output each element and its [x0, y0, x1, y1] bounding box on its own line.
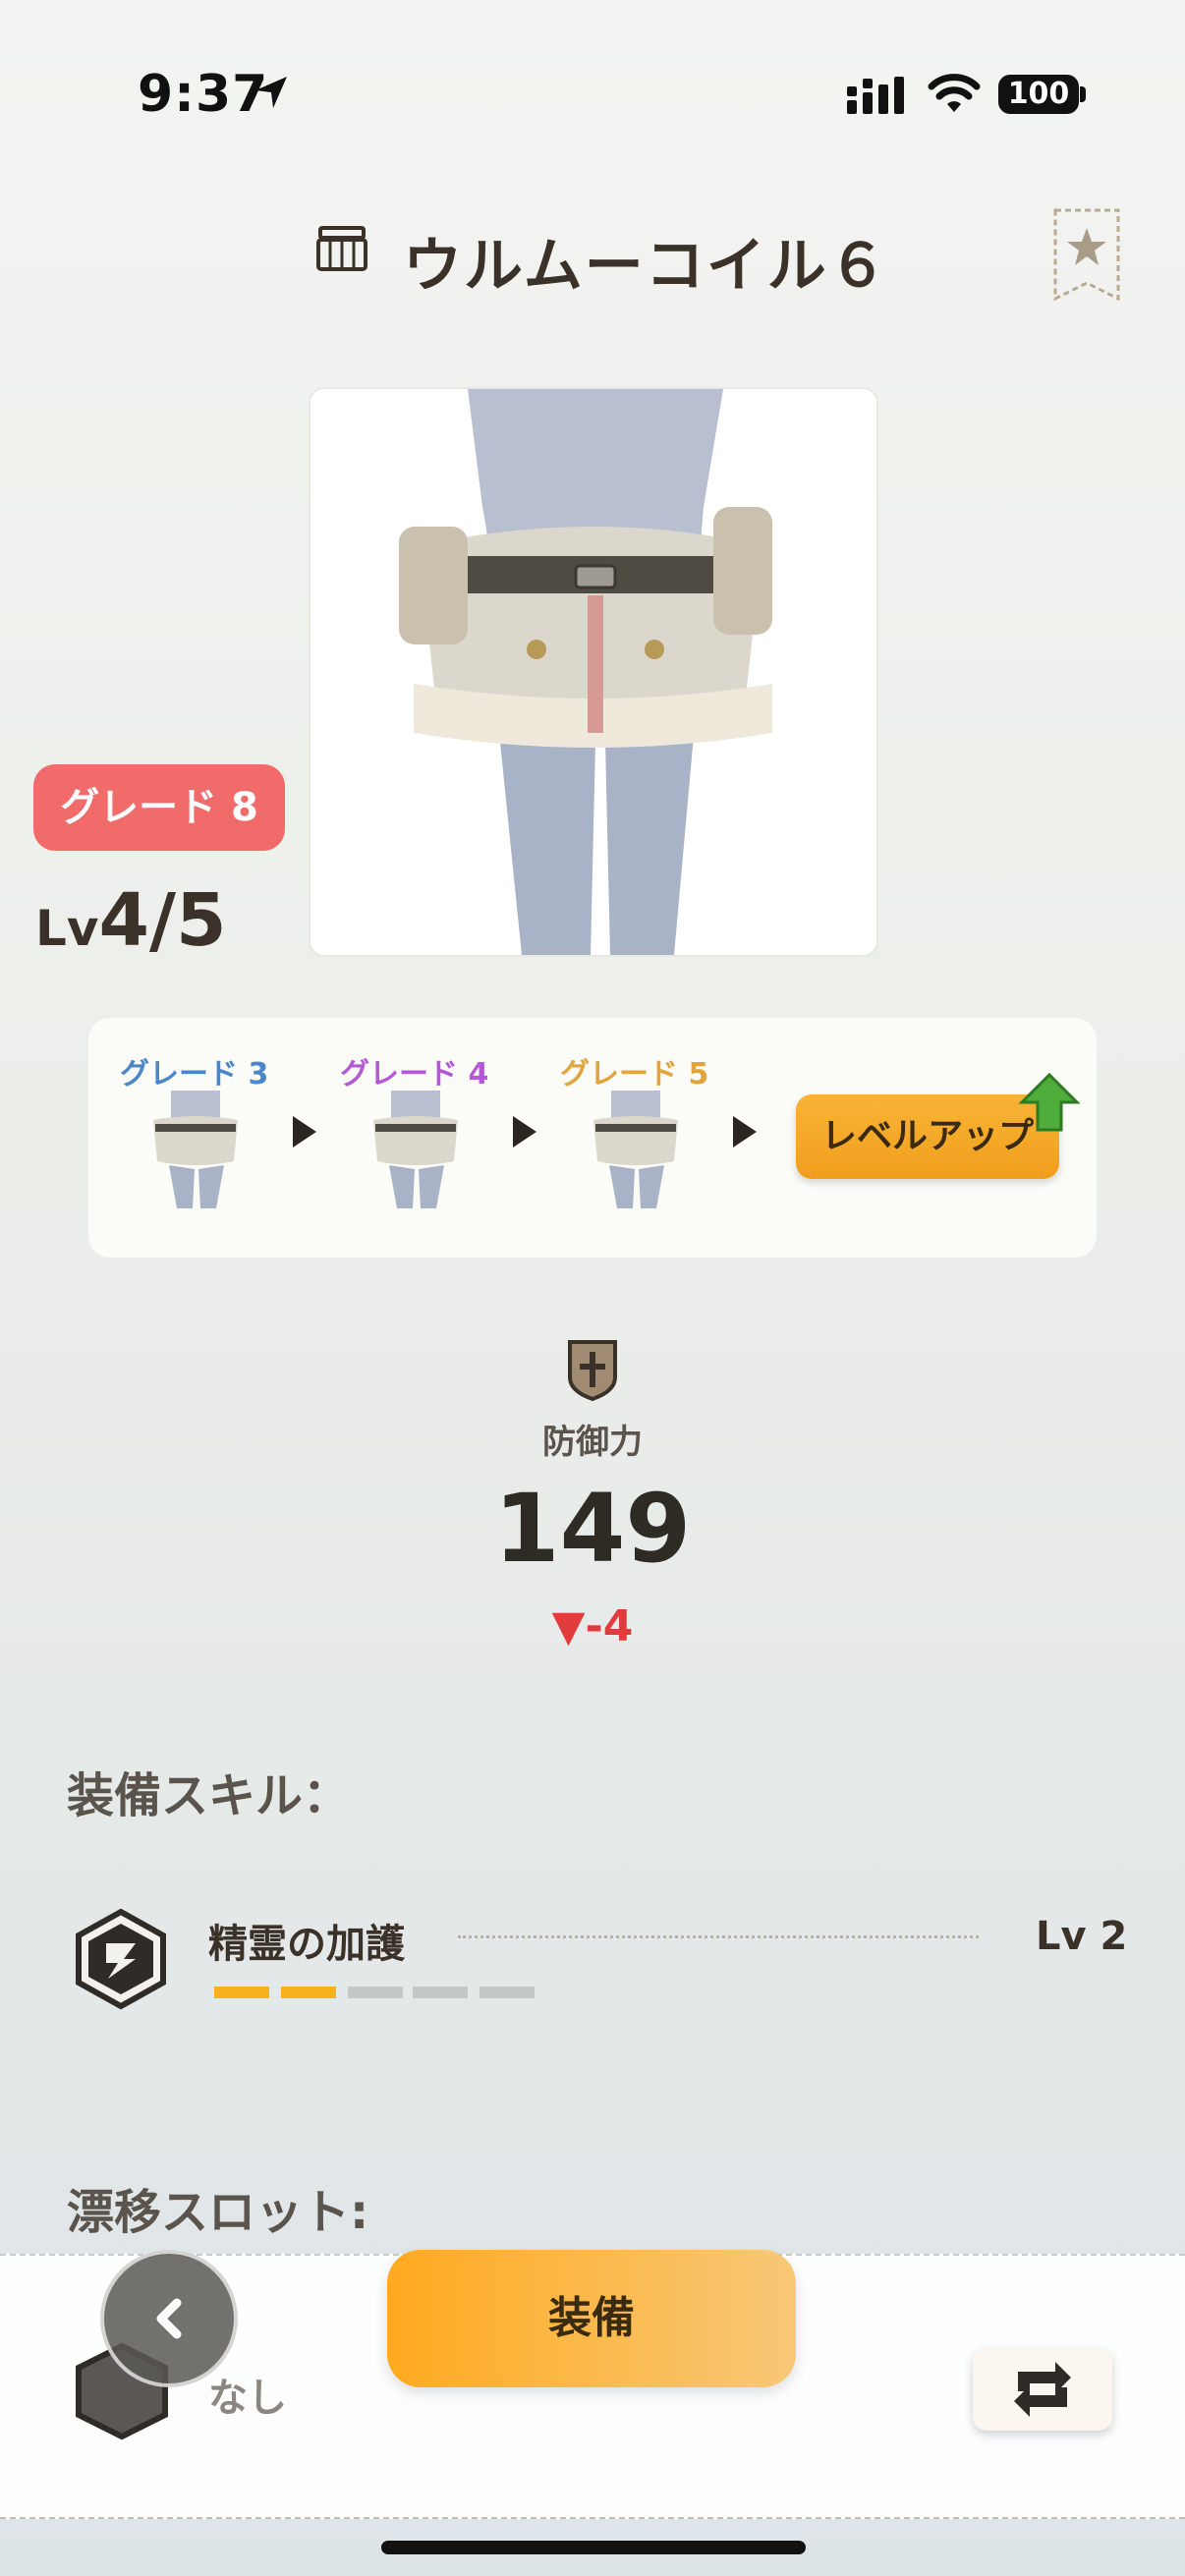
grade-step-thumbnail: [153, 1091, 238, 1208]
status-time: 9:37: [138, 65, 269, 124]
skill-name: 精霊の加護: [208, 1922, 405, 1967]
defense-value: 149: [493, 1474, 692, 1584]
swap-icon: [1014, 2362, 1071, 2417]
wifi-icon: [928, 74, 981, 112]
back-button[interactable]: [100, 2250, 238, 2387]
battery-nub: [1080, 86, 1086, 102]
grade-step-label: グレード 4: [340, 1057, 489, 1092]
level-value: 4/5: [98, 878, 227, 963]
play-arrow-icon: [293, 1116, 316, 1148]
grade-step-thumbnail: [373, 1091, 458, 1208]
location-arrow-icon: [255, 77, 287, 108]
cellular-signal-icon: [847, 77, 904, 114]
skill-level-pip-filled: [281, 1987, 336, 1998]
skill-level: Lv 2: [1036, 1914, 1128, 1959]
item-level: Lv4/5: [35, 878, 226, 963]
level-prefix: Lv: [35, 900, 99, 957]
play-arrow-icon: [733, 1116, 757, 1148]
battery-indicator: 100: [998, 75, 1079, 114]
page-title: ウルムーコイル６: [403, 232, 889, 301]
grade-badge: グレード 8: [33, 764, 285, 851]
equip-button[interactable]: 装備: [387, 2250, 796, 2387]
grade-step-label: グレード 5: [560, 1057, 709, 1092]
chevron-left-icon: [156, 2298, 182, 2339]
up-arrow-icon: [1018, 1072, 1081, 1132]
item-preview-image: [309, 387, 878, 957]
skill-leader-line: [458, 1935, 979, 1938]
skill-level-pip-empty: [480, 1987, 535, 1998]
skill-level-pip-filled: [214, 1987, 269, 1998]
skills-section-title: 装備スキル：: [67, 1768, 351, 1823]
drift-slot-title: 漂移スロット:: [67, 2185, 369, 2240]
bottom-divider: [0, 2517, 1185, 2519]
skill-level-pip-empty: [413, 1987, 468, 1998]
home-indicator[interactable]: [381, 2541, 806, 2554]
grade-step-thumbnail: [593, 1091, 678, 1208]
defense-shield-icon: [568, 1340, 617, 1402]
waist-armor-icon: [316, 226, 367, 271]
play-arrow-icon: [513, 1116, 536, 1148]
swap-button[interactable]: [973, 2348, 1112, 2431]
favorite-star-icon[interactable]: [1051, 206, 1122, 303]
grade-step-label: グレード 3: [120, 1057, 269, 1092]
spirit-skill-icon: [76, 1908, 166, 2010]
defense-diff: ▼-4: [551, 1601, 634, 1652]
defense-label: 防御力: [542, 1423, 643, 1462]
skill-level-pip-empty: [348, 1987, 403, 1998]
